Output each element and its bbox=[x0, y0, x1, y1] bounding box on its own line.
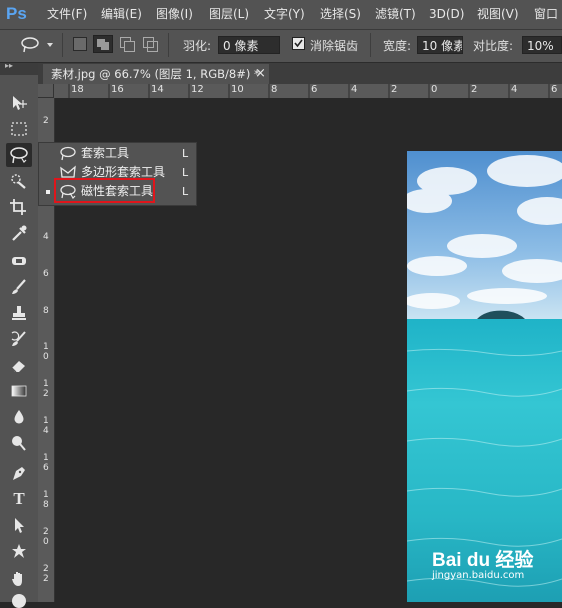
menu-edit[interactable]: 编辑(E) bbox=[101, 6, 142, 22]
baidu-watermark-url: jingyan.baidu.com bbox=[432, 570, 525, 581]
healing-brush-icon[interactable] bbox=[6, 249, 32, 273]
history-brush-icon[interactable] bbox=[6, 327, 32, 351]
feather-label: 羽化: bbox=[183, 39, 212, 53]
highlight-annotation bbox=[54, 178, 155, 203]
flyout-shortcut: L bbox=[182, 166, 189, 179]
ruler-label: 2 bbox=[471, 84, 478, 95]
gradient-icon[interactable] bbox=[6, 379, 32, 403]
ruler-label: 4 bbox=[511, 84, 518, 95]
crop-icon[interactable] bbox=[6, 195, 32, 219]
menu-filter[interactable]: 滤镜(T) bbox=[375, 6, 416, 22]
close-tab-icon[interactable]: × bbox=[255, 64, 266, 84]
hand-icon[interactable] bbox=[6, 567, 32, 591]
ruler-label: 6 bbox=[43, 269, 49, 279]
antialias-checkbox[interactable] bbox=[292, 37, 305, 50]
flyout-label: 套索工具 bbox=[81, 146, 130, 160]
ruler-label: 16 bbox=[111, 84, 124, 95]
ruler-label: 10 bbox=[231, 84, 244, 95]
ruler-label: 8 bbox=[271, 84, 278, 95]
quick-selection-icon[interactable] bbox=[6, 169, 32, 193]
ruler-label: 2 bbox=[391, 84, 398, 95]
ruler-origin[interactable] bbox=[38, 84, 54, 98]
tool-preset-lasso-icon[interactable] bbox=[19, 35, 43, 55]
ruler-label: 1 4 bbox=[43, 416, 49, 436]
menu-layer[interactable]: 图层(L) bbox=[209, 6, 249, 22]
flyout-shortcut: L bbox=[182, 185, 189, 198]
pen-icon[interactable] bbox=[6, 461, 32, 485]
horizontal-ruler: 18 16 14 12 10 8 6 4 2 0 2 4 6 bbox=[38, 84, 562, 99]
lasso-icon bbox=[60, 146, 76, 161]
clone-stamp-icon[interactable] bbox=[6, 301, 32, 325]
marquee-icon[interactable] bbox=[6, 117, 32, 141]
menu-select[interactable]: 选择(S) bbox=[320, 6, 361, 22]
options-divider bbox=[62, 33, 63, 57]
ruler-label: 0 bbox=[431, 84, 438, 95]
menu-type[interactable]: 文字(Y) bbox=[264, 6, 305, 22]
add-to-selection-icon[interactable] bbox=[93, 35, 113, 53]
ruler-label: 1 8 bbox=[43, 490, 49, 510]
type-icon[interactable]: T bbox=[6, 487, 32, 511]
lasso-icon[interactable] bbox=[6, 143, 32, 167]
active-tool-bullet bbox=[46, 190, 50, 194]
menu-image[interactable]: 图像(I) bbox=[156, 6, 193, 22]
intersect-selection-icon[interactable] bbox=[143, 37, 158, 52]
new-selection-icon[interactable] bbox=[73, 37, 87, 51]
move-icon[interactable] bbox=[6, 91, 32, 115]
brush-icon[interactable] bbox=[6, 275, 32, 299]
shape-icon[interactable] bbox=[6, 539, 32, 563]
document-tab-title: 素材.jpg @ 66.7% (图层 1, RGB/8#) * bbox=[51, 67, 260, 81]
menu-3d[interactable]: 3D(D) bbox=[429, 6, 464, 22]
zoom-icon[interactable] bbox=[12, 594, 26, 608]
blur-icon[interactable] bbox=[6, 405, 32, 429]
ruler-label: 14 bbox=[151, 84, 164, 95]
antialias-label: 消除锯齿 bbox=[310, 39, 359, 53]
ruler-label: 8 bbox=[43, 306, 49, 316]
contrast-label: 对比度: bbox=[473, 39, 514, 53]
path-selection-icon[interactable] bbox=[6, 513, 32, 537]
menu-window[interactable]: 窗口 bbox=[534, 6, 558, 22]
ruler-label: 1 2 bbox=[43, 379, 49, 399]
eraser-icon[interactable] bbox=[6, 353, 32, 377]
ruler-label: 2 2 bbox=[43, 564, 49, 584]
width-label: 宽度: bbox=[383, 39, 412, 53]
options-divider bbox=[370, 33, 371, 57]
ruler-label: 1 6 bbox=[43, 453, 49, 473]
photoshop-logo: Ps bbox=[6, 4, 27, 23]
dodge-icon[interactable] bbox=[6, 431, 32, 455]
subtract-from-selection-icon[interactable] bbox=[120, 37, 135, 52]
ruler-label: 2 0 bbox=[43, 527, 49, 547]
ruler-label: 6 bbox=[551, 84, 558, 95]
photo-image[interactable] bbox=[407, 151, 562, 602]
toolbox-header[interactable]: ▸▸ bbox=[0, 61, 38, 75]
contrast-input[interactable]: 10% bbox=[522, 36, 562, 54]
menu-view[interactable]: 视图(V) bbox=[477, 6, 519, 22]
ruler-label: 12 bbox=[191, 84, 204, 95]
eyedropper-icon[interactable] bbox=[6, 221, 32, 245]
ruler-label: 4 bbox=[351, 84, 358, 95]
ruler-label: 2 bbox=[43, 116, 49, 126]
tool-preset-chevron-down-icon[interactable] bbox=[47, 43, 53, 47]
ruler-label: 1 0 bbox=[43, 342, 49, 362]
options-divider bbox=[168, 33, 169, 57]
ruler-label: 6 bbox=[311, 84, 318, 95]
flyout-shortcut: L bbox=[182, 147, 189, 160]
ruler-label: 4 bbox=[43, 232, 49, 242]
flyout-item-lasso[interactable]: 套索工具 L bbox=[39, 144, 196, 163]
menu-file[interactable]: 文件(F) bbox=[47, 6, 87, 22]
ruler-label: 18 bbox=[71, 84, 84, 95]
baidu-watermark: Bai du 经验 bbox=[432, 550, 534, 571]
document-tab[interactable]: 素材.jpg @ 66.7% (图层 1, RGB/8#) * × bbox=[43, 64, 269, 84]
width-input[interactable]: 10 像素 bbox=[417, 36, 463, 54]
feather-input[interactable]: 0 像素 bbox=[218, 36, 280, 54]
